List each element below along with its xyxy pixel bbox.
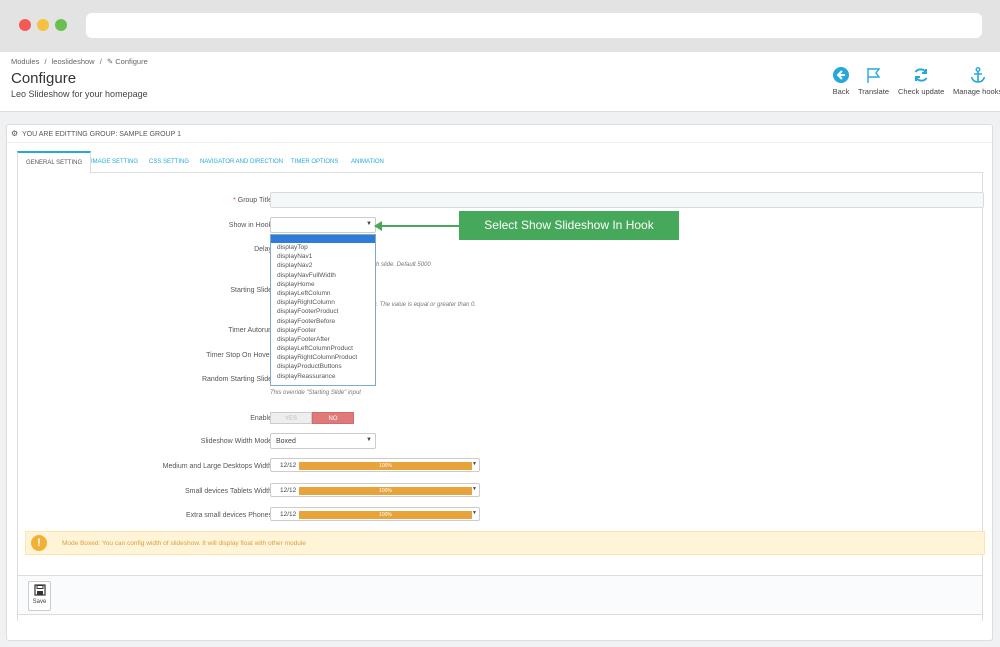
translate-button[interactable]: Translate (858, 66, 889, 96)
starting-slide-help: 0. The value is equal or greater than 0. (373, 302, 477, 308)
enable-toggle[interactable]: YES NO (270, 412, 354, 424)
hook-option[interactable]: displayProductButtons (271, 362, 375, 371)
breadcrumb-separator: / (44, 57, 47, 66)
show-in-hook-label: Show in Hook (228, 222, 272, 229)
floppy-disk-icon (29, 584, 50, 599)
starting-slide-label: Starting Slide (230, 287, 272, 294)
required-marker: * (233, 197, 236, 204)
group-title-input[interactable] (270, 192, 984, 208)
back-label: Back (832, 87, 850, 96)
enable-no-option[interactable]: NO (312, 412, 354, 424)
tab-timer-options[interactable]: TIMER OPTIONS (291, 151, 338, 173)
chevron-down-icon: ▼ (472, 510, 477, 516)
manage-hooks-label: Manage hooks (953, 87, 1000, 96)
minimize-window-dot[interactable] (37, 19, 49, 31)
desktop-width-label: Medium and Large Desktops Width (162, 463, 272, 470)
translate-label: Translate (858, 87, 889, 96)
hook-option[interactable]: displayFooterProduct (271, 307, 375, 316)
save-button[interactable]: Save (28, 581, 51, 611)
breadcrumb-separator: / (99, 57, 102, 66)
slideshow-width-mode-select[interactable]: Boxed ▼ (270, 433, 376, 449)
hook-option[interactable]: displayNav2 (271, 261, 375, 270)
page-header: Modules / leoslideshow / ✎ Configure Con… (0, 52, 1000, 112)
gears-icon: ⚙ (11, 129, 19, 138)
hook-option[interactable]: displayNavFullWidth (271, 271, 375, 280)
back-arrow-icon (832, 66, 850, 84)
group-title-label: * Group Title (233, 197, 272, 204)
tab-animation[interactable]: ANIMATION (351, 151, 384, 173)
hook-option-empty[interactable] (271, 235, 375, 243)
hook-option[interactable]: displayNav1 (271, 252, 375, 261)
phone-width-control[interactable]: 12/12 100% ▼ (270, 507, 480, 521)
hook-option[interactable]: displayRightColumnProduct (271, 353, 375, 362)
page-subtitle: Leo Slideshow for your homepage (11, 89, 148, 99)
tab-general-setting[interactable]: GENERAL SETTING (17, 151, 92, 174)
breadcrumb-configure: ✎ Configure (106, 57, 148, 66)
save-label: Save (32, 599, 47, 605)
flag-icon (865, 66, 883, 84)
browser-chrome (0, 0, 1000, 52)
anchor-icon (969, 66, 987, 84)
tab-image-setting[interactable]: IMAGE SETTING (91, 151, 138, 173)
panel-heading: ⚙ YOU ARE EDITTING GROUP: SAMPLE GROUP 1 (7, 125, 992, 143)
desktop-width-bar: 100% (299, 462, 472, 470)
delay-help: ch slide. Default 5000 (373, 262, 431, 268)
hook-option[interactable]: displayReassurance (271, 372, 375, 381)
breadcrumb: Modules / leoslideshow / ✎ Configure (11, 57, 151, 66)
chevron-down-icon: ▼ (472, 461, 477, 467)
configure-panel: ⚙ YOU ARE EDITTING GROUP: SAMPLE GROUP 1… (6, 124, 993, 641)
check-update-label: Check update (898, 87, 945, 96)
settings-tabs: GENERAL SETTING IMAGE SETTING CSS SETTIN… (17, 151, 983, 174)
maximize-window-dot[interactable] (55, 19, 67, 31)
close-window-dot[interactable] (19, 19, 31, 31)
manage-hooks-button[interactable]: Manage hooks (953, 66, 1000, 96)
hook-option[interactable]: displayHome (271, 280, 375, 289)
hook-options: displayTop displayNav1 displayNav2 displayN… (271, 243, 375, 381)
warning-icon: ! (31, 535, 47, 551)
panel-footer: Save (17, 575, 983, 615)
random-starting-slide-label: Random Starting Slide (201, 376, 272, 383)
slideshow-width-mode-label: Slideshow Width Mode (200, 438, 272, 445)
random-starting-slide-help: This override "Starting Slide" input (270, 390, 361, 396)
callout-arrow-line (381, 225, 459, 227)
tablet-width-control[interactable]: 12/12 100% ▼ (270, 483, 480, 497)
address-bar[interactable] (86, 13, 982, 38)
breadcrumb-leoslideshow[interactable]: leoslideshow (52, 57, 95, 66)
phone-width-label: Extra small devices Phones (186, 512, 272, 519)
hook-option[interactable]: displayLeftColumnProduct (271, 344, 375, 353)
tablet-width-label: Small devices Tablets Width (184, 488, 272, 495)
enable-label: Enable (250, 415, 272, 422)
tab-navigator-and-direction[interactable]: NAVIGATOR AND DIRECTION (200, 151, 283, 173)
breadcrumb-modules[interactable]: Modules (11, 57, 39, 66)
hook-option[interactable]: displayLeftColumn (271, 289, 375, 298)
desktop-width-control[interactable]: 12/12 100% ▼ (270, 458, 480, 472)
warning-text: Mode Boxed: You can config width of slid… (62, 540, 306, 547)
chevron-down-icon: ▼ (366, 437, 372, 443)
timer-stop-on-hover-label: Timer Stop On Hover (206, 352, 272, 359)
refresh-icon (912, 66, 930, 84)
boxed-mode-warning: ! Mode Boxed: You can config width of sl… (25, 531, 985, 555)
check-update-button[interactable]: Check update (898, 66, 944, 96)
admin-page: Modules / leoslideshow / ✎ Configure Con… (0, 52, 1000, 647)
hook-option[interactable]: displayRightColumn (271, 298, 375, 307)
phone-width-bar: 100% (299, 511, 472, 519)
enable-yes-option[interactable]: YES (270, 412, 312, 424)
panel-heading-text: YOU ARE EDITTING GROUP: SAMPLE GROUP 1 (22, 131, 181, 138)
hook-dropdown-list: displayTop displayNav1 displayNav2 displayN… (270, 234, 376, 386)
tablet-width-bar: 100% (299, 487, 472, 495)
tab-css-setting[interactable]: CSS SETTING (149, 151, 189, 173)
timer-autorun-label: Timer Autorun (228, 327, 272, 334)
chevron-down-icon: ▼ (366, 221, 372, 227)
hook-option[interactable]: displayFooterAfter (271, 335, 375, 344)
hook-option[interactable]: displayFooterBefore (271, 317, 375, 326)
callout-label: Select Show Slideshow In Hook (459, 211, 679, 240)
back-button[interactable]: Back (832, 66, 850, 96)
page-title: Configure (11, 70, 77, 87)
hook-option[interactable]: displayFooter (271, 326, 375, 335)
chevron-down-icon: ▼ (472, 486, 477, 492)
hook-option[interactable]: displayTop (271, 243, 375, 252)
show-in-hook-select[interactable]: ▼ (270, 217, 376, 233)
